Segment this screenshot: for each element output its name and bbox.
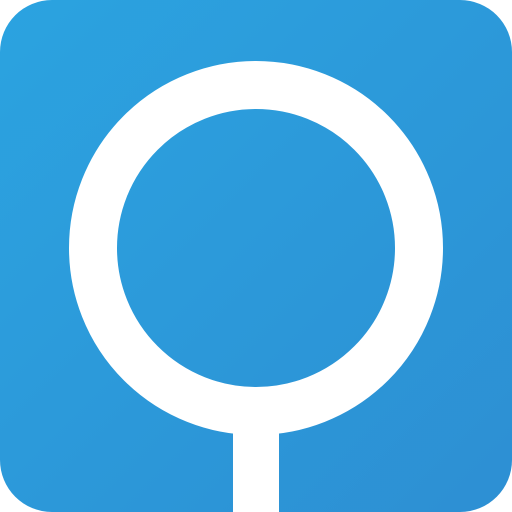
app-icon — [0, 0, 512, 512]
pin-stem — [233, 405, 279, 512]
location-pin-icon — [0, 0, 512, 512]
